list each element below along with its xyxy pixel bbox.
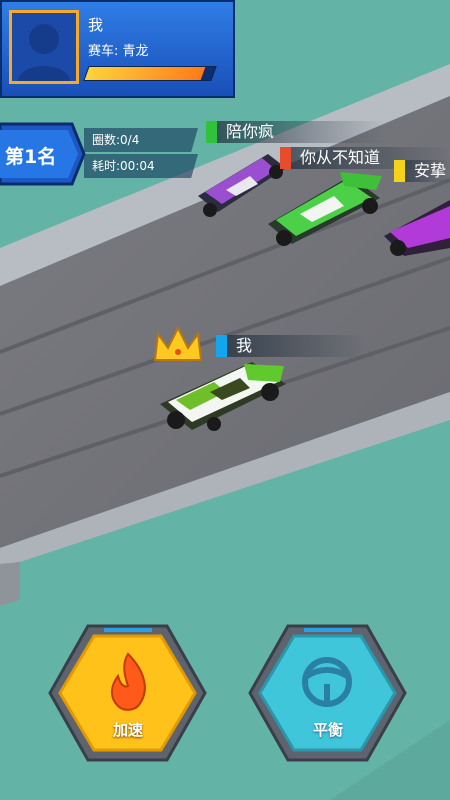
balance-button-label: 平衡: [312, 721, 343, 739]
racer-color-chip: [280, 147, 291, 169]
boost-meter-fill: [84, 67, 206, 80]
player-info-card: 我 赛车: 青龙: [0, 0, 235, 98]
racer-color-chip: [394, 160, 405, 182]
racer-name: 你从不知道: [300, 148, 381, 167]
racer-tag-3: 安挚: [394, 160, 450, 182]
elapsed-time: 耗时:00:04: [84, 154, 198, 178]
boost-button-label: 加速: [112, 721, 143, 739]
player-name: 我: [88, 16, 104, 34]
racer-name: 安挚: [414, 161, 447, 180]
racer-tag-1: 陪你疯: [206, 121, 386, 143]
avatar: [9, 10, 79, 84]
rank-label: 第1名: [5, 146, 57, 168]
laps-counter: 圈数:0/4: [84, 128, 198, 152]
car-name-label: 赛车: 青龙: [88, 44, 149, 59]
boost-button[interactable]: 加速: [48, 622, 208, 770]
racer-name: 我: [236, 336, 253, 355]
racer-name: 陪你疯: [226, 122, 275, 141]
balance-button[interactable]: 平衡: [248, 622, 408, 770]
player-tag: 我: [216, 335, 366, 357]
racer-color-chip: [206, 121, 217, 143]
racer-color-chip: [216, 335, 227, 357]
boost-meter: [83, 66, 217, 81]
